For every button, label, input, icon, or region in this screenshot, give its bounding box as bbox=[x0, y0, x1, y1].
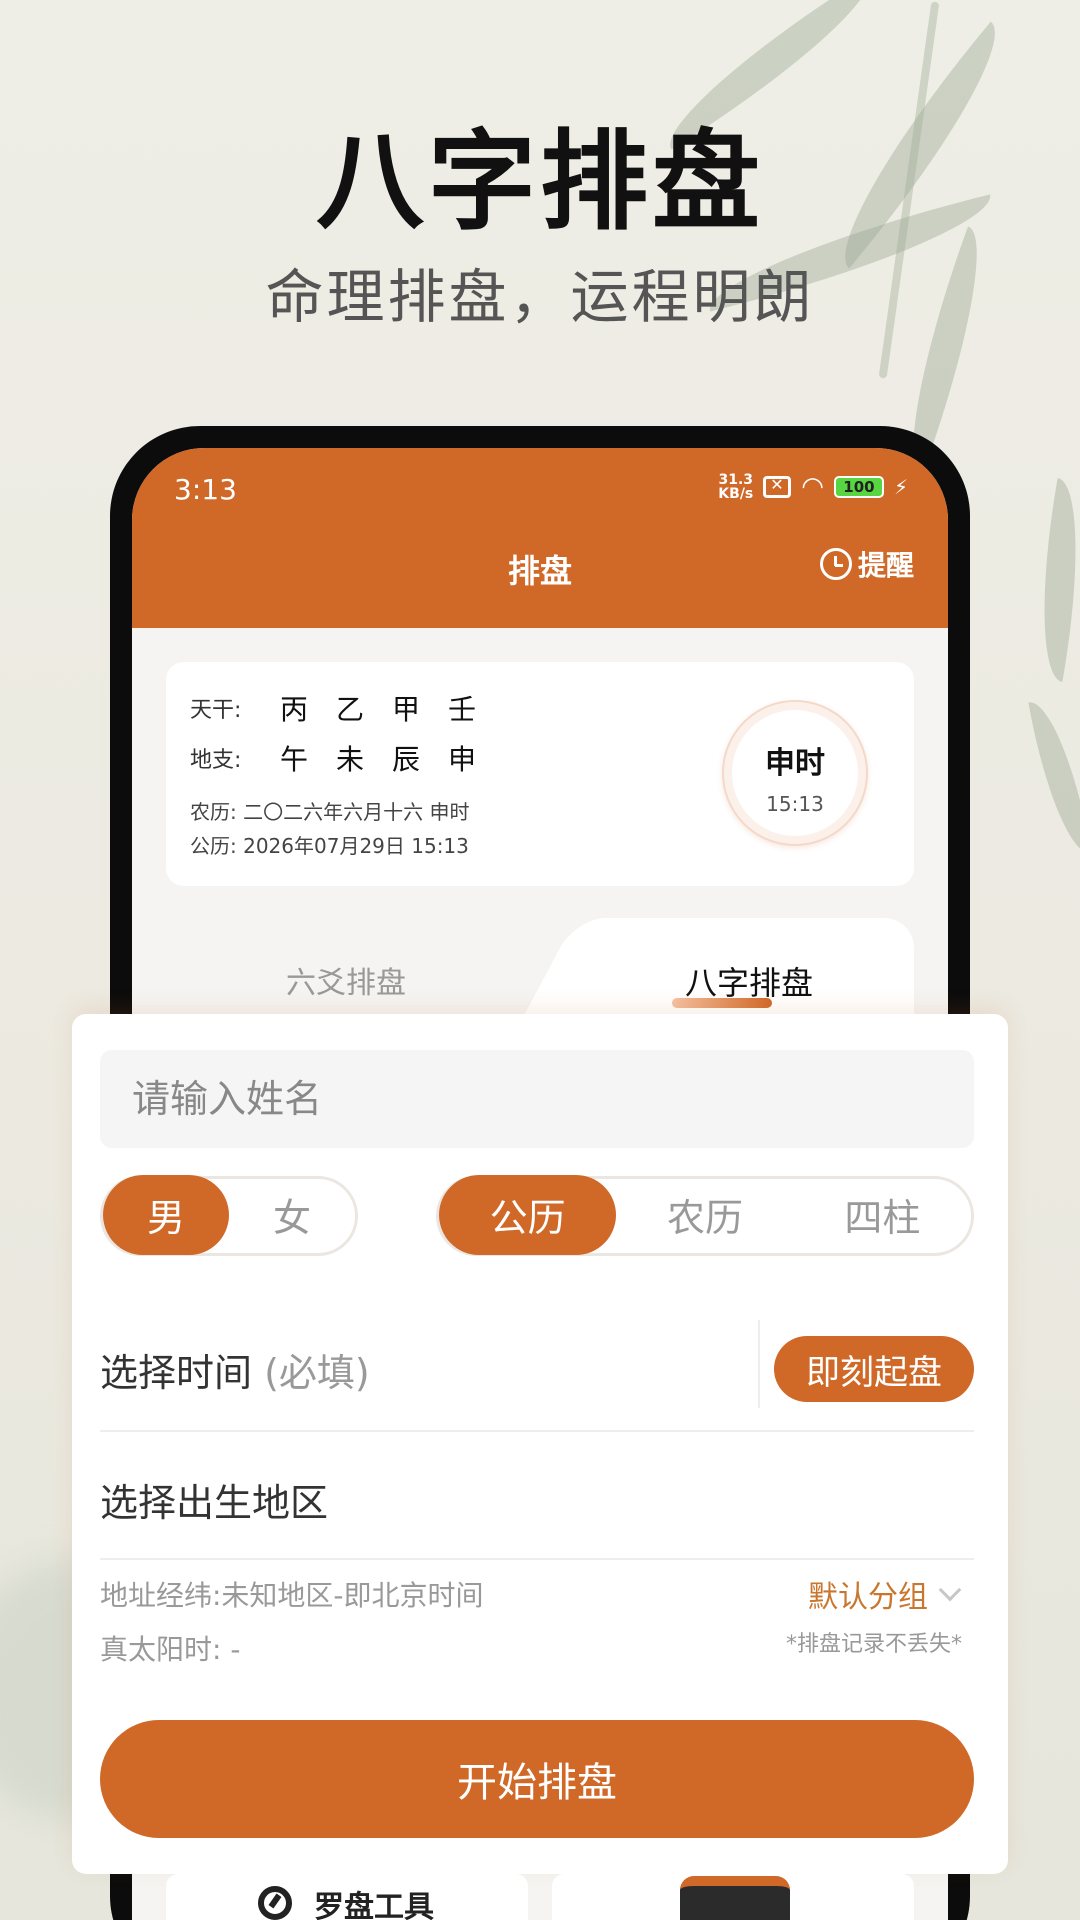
calendar-tool-card[interactable] bbox=[552, 1874, 914, 1920]
bazi-form-card: 男 女 公历 农历 四柱 选择时间 (必填) 即刻起盘 选择出生地区 地址经纬:… bbox=[72, 1014, 1008, 1874]
shichen-clock: 申时 15:13 bbox=[722, 700, 868, 846]
battery-icon: 100 bbox=[833, 476, 884, 498]
hero-subtitle: 命理排盘，运程明朗 bbox=[265, 263, 815, 331]
dizhi-char: 辰 bbox=[392, 743, 421, 776]
time-picker-row[interactable]: 选择时间 (必填) 即刻起盘 bbox=[100, 1314, 974, 1432]
required-hint: (必填) bbox=[264, 1351, 370, 1395]
tab-active-indicator bbox=[672, 998, 772, 1008]
shichen-label: 申时 bbox=[765, 746, 825, 781]
wifi-icon: ◠ bbox=[801, 472, 824, 502]
calendar-sizhu-option[interactable]: 四柱 bbox=[794, 1175, 971, 1255]
charging-icon: ⚡ bbox=[893, 475, 908, 499]
tiangan-char: 甲 bbox=[392, 693, 421, 726]
tiangan-char: 乙 bbox=[336, 693, 365, 726]
divider bbox=[758, 1320, 760, 1408]
gender-female-option[interactable]: 女 bbox=[229, 1175, 355, 1255]
tab-bazi-label: 八字排盘 bbox=[684, 964, 813, 1002]
bamboo-leaf bbox=[1022, 478, 1080, 682]
bazi-info-card: 天干: 丙 乙 甲 壬 地支: 午 未 辰 申 农历: 二〇二六年六月十六 申时… bbox=[166, 662, 914, 886]
tab-liuyao[interactable]: 六爻排盘 bbox=[166, 938, 526, 1002]
network-speed: 31.3 KB/s bbox=[718, 472, 754, 502]
time-picker-label: 选择时间 (必填) bbox=[100, 1351, 370, 1395]
tiangan-char: 壬 bbox=[448, 693, 477, 726]
calendar-type-toggle: 公历 农历 四柱 bbox=[436, 1174, 974, 1256]
dizhi-row: 地支: 午 未 辰 申 bbox=[190, 738, 476, 778]
true-solar-time: 真太阳时: - bbox=[100, 1633, 241, 1666]
name-input[interactable] bbox=[100, 1050, 974, 1148]
dizhi-char: 午 bbox=[280, 743, 309, 776]
lunar-date: 农历: 二〇二六年六月十六 申时 bbox=[190, 800, 470, 824]
tiangan-row: 天干: 丙 乙 甲 壬 bbox=[190, 688, 476, 728]
hero-title: 八字排盘 bbox=[315, 120, 764, 245]
calendar-solar-option[interactable]: 公历 bbox=[439, 1174, 617, 1255]
calendar-lunar-option[interactable]: 农历 bbox=[616, 1175, 793, 1255]
address-info: 地址经纬:未知地区-即北京时间 bbox=[100, 1579, 484, 1612]
gender-male-option[interactable]: 男 bbox=[103, 1174, 229, 1255]
gender-toggle: 男 女 bbox=[100, 1174, 358, 1256]
compass-tool-card[interactable]: 罗盘工具 bbox=[166, 1874, 528, 1920]
compass-tool-label: 罗盘工具 bbox=[314, 1890, 434, 1920]
status-time: 3:13 bbox=[174, 473, 237, 506]
group-note: *排盘记录不丢失* bbox=[785, 1632, 962, 1657]
group-select[interactable]: 默认分组 bbox=[808, 1572, 962, 1616]
group-label: 默认分组 bbox=[808, 1580, 928, 1615]
start-paipan-button[interactable]: 开始排盘 bbox=[100, 1720, 974, 1838]
start-now-button[interactable]: 即刻起盘 bbox=[774, 1336, 974, 1402]
dizhi-label: 地支: bbox=[190, 748, 242, 773]
region-picker-row[interactable]: 选择出生地区 bbox=[100, 1434, 974, 1560]
tiangan-char: 丙 bbox=[280, 693, 309, 726]
remind-button[interactable]: 提醒 bbox=[819, 544, 914, 584]
tiangan-label: 天干: bbox=[190, 698, 242, 723]
status-icons: 31.3 KB/s ◠ 100 ⚡ bbox=[718, 472, 908, 502]
solar-date: 公历: 2026年07月29日 15:13 bbox=[190, 834, 469, 858]
clock-time: 15:13 bbox=[766, 792, 824, 816]
calendar-icon bbox=[680, 1876, 790, 1920]
remind-label: 提醒 bbox=[857, 549, 914, 582]
compass-icon bbox=[258, 1886, 292, 1920]
dizhi-char: 未 bbox=[336, 743, 365, 776]
region-picker-label: 选择出生地区 bbox=[100, 1481, 329, 1525]
app-header: 3:13 31.3 KB/s ◠ 100 ⚡ 排盘 提醒 bbox=[132, 448, 948, 628]
no-sim-icon bbox=[763, 475, 792, 498]
dizhi-char: 申 bbox=[448, 743, 477, 776]
chevron-down-icon bbox=[938, 1578, 962, 1602]
bamboo-leaf bbox=[1028, 696, 1080, 860]
alarm-clock-icon bbox=[819, 548, 852, 580]
